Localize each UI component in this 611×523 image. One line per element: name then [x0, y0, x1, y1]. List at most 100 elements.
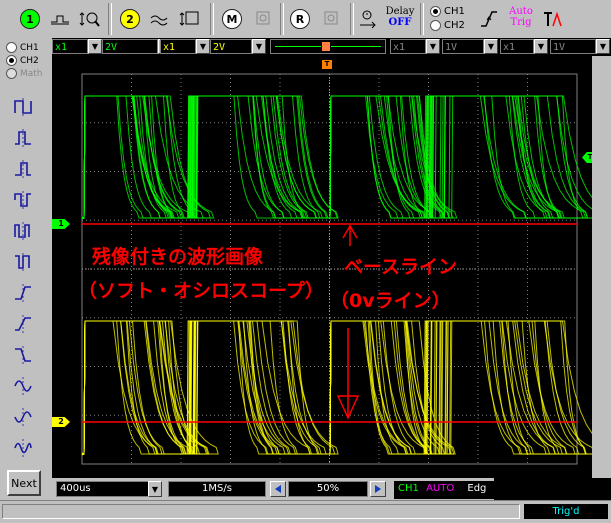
channel-control-row: x1 ▼ 2V ▼ x1 ▼ 2V ▼ x1 ▼ 1V ▼ x1 ▼ 1V ▼ [52, 38, 611, 56]
ref-button-label: R [290, 9, 310, 29]
auto-trig-label-2: Trig [510, 17, 532, 28]
measure-zoom-icon[interactable] [248, 4, 276, 34]
ch2-volts-select[interactable]: 2V [210, 39, 252, 54]
bottom-right-blank [494, 478, 611, 500]
sine-dual-button[interactable] [10, 435, 36, 461]
timebase-dropdown-icon[interactable]: ▼ [148, 481, 162, 497]
ch1-zoom-icon[interactable] [76, 4, 104, 34]
square-low-icon [15, 160, 31, 178]
square-double-icon [14, 191, 31, 209]
scope-display[interactable]: T T 1 2 残像付きの波形画像 （ソフト・オシロスコープ） ベースライン （… [52, 56, 611, 478]
ch2-toggle-button[interactable]: 2 [116, 4, 144, 34]
square-low-button[interactable] [10, 156, 36, 182]
rise-edge-icon [15, 284, 31, 302]
annotation-baseline-2: （0vライン） [330, 290, 451, 312]
trigger-source-ch2[interactable]: CH2 [430, 19, 465, 33]
bottom-control-bar: 400us ▼ 1MS/s 50% CH1 AUTO Edg [52, 478, 611, 500]
display-ch1-radio[interactable]: CH1 [6, 42, 43, 55]
sine-inv-icon [14, 408, 32, 426]
right-arrow-icon [375, 485, 381, 493]
auto-trig-button[interactable]: Auto Trig [506, 6, 536, 28]
trigger-mode: AUTO [426, 483, 455, 494]
left-panel: CH1 CH2 Math Next [0, 38, 52, 522]
display-channel-group: CH1 CH2 Math [6, 42, 43, 81]
ref-button[interactable]: R [286, 4, 314, 34]
auto-trig-label-1: Auto [509, 6, 533, 17]
position-display: 50% [288, 481, 368, 497]
slider-thumb[interactable] [321, 41, 331, 52]
toolbar: 1 2 M R Delay OFF CH1 CH2 Auto Trig [0, 0, 611, 39]
math-probe-b-select[interactable]: x1 [500, 39, 534, 54]
radio-icon [6, 55, 17, 66]
trigger-source-group: CH1 CH2 [430, 5, 465, 33]
math-volts-a-dropdown-icon[interactable]: ▼ [484, 39, 498, 54]
trigger-position-slider[interactable] [270, 39, 386, 54]
ch2-position-icon[interactable] [146, 4, 174, 34]
ch2-volts-dropdown-icon[interactable]: ▼ [252, 39, 266, 54]
fall-edge-icon [15, 346, 31, 364]
math-probe-b-dropdown-icon[interactable]: ▼ [534, 39, 548, 54]
radio-icon [6, 68, 17, 79]
ch2-trace [81, 320, 587, 455]
ch1-position-icon[interactable] [46, 4, 74, 34]
rise-edge-button[interactable] [10, 280, 36, 306]
left-arrow-icon [275, 485, 281, 493]
pulse-up-icon [14, 222, 30, 240]
delay-state: OFF [388, 17, 412, 28]
sine-inv-button[interactable] [10, 404, 36, 430]
radio-icon [430, 19, 441, 31]
square-up-button[interactable] [10, 94, 36, 120]
trigger-position-marker[interactable]: T [322, 60, 332, 69]
ch2-probe-select[interactable]: x1 [160, 39, 196, 54]
ch2-trace [81, 320, 587, 456]
position-left-button[interactable] [270, 481, 286, 497]
fall-edge-button[interactable] [10, 342, 36, 368]
baseline-arrow-up [342, 224, 358, 246]
ch2-zoom-icon[interactable] [176, 4, 204, 34]
scope-right-margin [592, 56, 611, 478]
baseline-arrow-down [336, 328, 360, 420]
pulse-down-icon [15, 253, 30, 271]
ch1-probe-select[interactable]: x1 [52, 39, 88, 54]
trigger-source-ch1[interactable]: CH1 [430, 5, 465, 19]
math-probe-a-select[interactable]: x1 [390, 39, 426, 54]
status-pane-main [2, 504, 520, 519]
trigger-channel: CH1 [398, 483, 419, 494]
radio-icon [430, 5, 441, 17]
ref-zoom-icon[interactable] [316, 4, 344, 34]
ch1-button-label: 1 [20, 9, 40, 29]
rise-edge-adj-icon [15, 315, 31, 333]
ch1-volts-select[interactable]: 2V [102, 39, 158, 54]
trigd-status: Trig'd [524, 504, 608, 519]
math-volts-b-dropdown-icon[interactable]: ▼ [596, 39, 610, 54]
sine-button[interactable] [10, 373, 36, 399]
trigger-edge: Edg [467, 483, 487, 494]
pulse-up-button[interactable] [10, 218, 36, 244]
math-probe-a-dropdown-icon[interactable]: ▼ [426, 39, 440, 54]
next-button[interactable]: Next [7, 470, 41, 496]
ch1-toggle-button[interactable]: 1 [16, 4, 44, 34]
annotation-title-2: （ソフト・オシロスコープ） [78, 280, 324, 302]
pulse-down-button[interactable] [10, 249, 36, 275]
sine-dual-icon [14, 439, 32, 457]
square-button[interactable] [10, 125, 36, 151]
square-icon [15, 129, 31, 147]
trigger-level-icon[interactable] [538, 4, 566, 34]
position-right-button[interactable] [370, 481, 386, 497]
trigger-edge-icon[interactable] [476, 4, 502, 34]
timebase-select[interactable]: 400us [56, 481, 152, 497]
ch2-probe-dropdown-icon[interactable]: ▼ [196, 39, 210, 54]
delay-label: Delay [385, 6, 415, 17]
rise-edge-adj-button[interactable] [10, 311, 36, 337]
measure-button[interactable]: M [218, 4, 246, 34]
measure-button-label: M [222, 9, 242, 29]
display-math-radio[interactable]: Math [6, 68, 43, 81]
square-double-button[interactable] [10, 187, 36, 213]
ch1-probe-dropdown-icon[interactable]: ▼ [88, 39, 102, 54]
delay-toggle[interactable]: Delay OFF [384, 6, 416, 28]
square-up-icon [14, 98, 32, 116]
delay-icon[interactable] [356, 4, 380, 34]
math-volts-b-select[interactable]: 1V [550, 39, 596, 54]
math-volts-a-select[interactable]: 1V [442, 39, 484, 54]
display-ch2-radio[interactable]: CH2 [6, 55, 43, 68]
